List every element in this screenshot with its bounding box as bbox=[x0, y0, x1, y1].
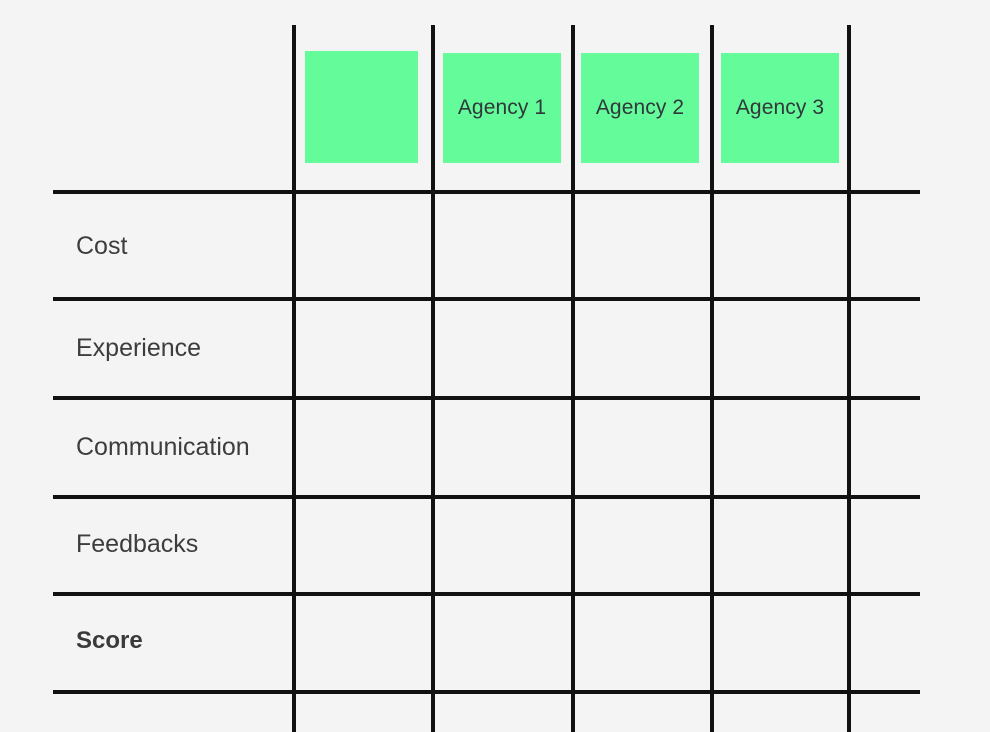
cell-score-col-3[interactable] bbox=[714, 596, 847, 690]
cell-score-col-0[interactable] bbox=[296, 596, 431, 690]
cell-feedbacks-col-0[interactable] bbox=[296, 499, 431, 592]
grid-vertical-line-5 bbox=[847, 25, 851, 732]
header-note-agency-2-label: Agency 2 bbox=[595, 96, 685, 120]
row-label-feedbacks-text: Feedbacks bbox=[76, 530, 199, 558]
row-label-cost[interactable]: Cost bbox=[76, 234, 127, 259]
header-note-agency-1[interactable]: Agency 1 bbox=[443, 53, 561, 163]
header-note-agency-3-label: Agency 3 bbox=[735, 96, 825, 120]
cell-communication-col-2[interactable] bbox=[575, 400, 710, 495]
cell-cost-col-0[interactable] bbox=[296, 194, 431, 297]
row-label-cost-text: Cost bbox=[76, 232, 128, 260]
cell-score-col-2[interactable] bbox=[575, 596, 710, 690]
row-label-feedbacks[interactable]: Feedbacks bbox=[76, 532, 198, 557]
header-note-agency-1-label: Agency 1 bbox=[457, 96, 547, 120]
row-label-communication[interactable]: Communication bbox=[76, 435, 250, 460]
row-label-experience[interactable]: Experience bbox=[76, 336, 201, 361]
comparison-matrix-board: Agency 1 Agency 2 Agency 3 Cost Experien… bbox=[0, 0, 990, 732]
row-label-experience-text: Experience bbox=[76, 334, 202, 362]
header-note-blank[interactable] bbox=[305, 51, 418, 163]
cell-cost-col-3[interactable] bbox=[714, 194, 847, 297]
cell-experience-col-0[interactable] bbox=[296, 301, 431, 396]
header-note-agency-2[interactable]: Agency 2 bbox=[581, 53, 699, 163]
cell-feedbacks-col-3[interactable] bbox=[714, 499, 847, 592]
cell-feedbacks-col-1[interactable] bbox=[435, 499, 571, 592]
cell-experience-col-2[interactable] bbox=[575, 301, 710, 396]
cell-experience-col-3[interactable] bbox=[714, 301, 847, 396]
cell-cost-col-1[interactable] bbox=[435, 194, 571, 297]
cell-feedbacks-col-2[interactable] bbox=[575, 499, 710, 592]
cell-cost-col-2[interactable] bbox=[575, 194, 710, 297]
cell-communication-col-1[interactable] bbox=[435, 400, 571, 495]
header-note-agency-3[interactable]: Agency 3 bbox=[721, 53, 839, 163]
cell-communication-col-3[interactable] bbox=[714, 400, 847, 495]
cell-communication-col-0[interactable] bbox=[296, 400, 431, 495]
row-label-score[interactable]: Score bbox=[76, 629, 143, 653]
row-label-score-text: Score bbox=[76, 627, 143, 654]
row-label-communication-text: Communication bbox=[76, 433, 250, 461]
grid-horizontal-line-6 bbox=[53, 690, 920, 694]
cell-experience-col-1[interactable] bbox=[435, 301, 571, 396]
cell-score-col-1[interactable] bbox=[435, 596, 571, 690]
